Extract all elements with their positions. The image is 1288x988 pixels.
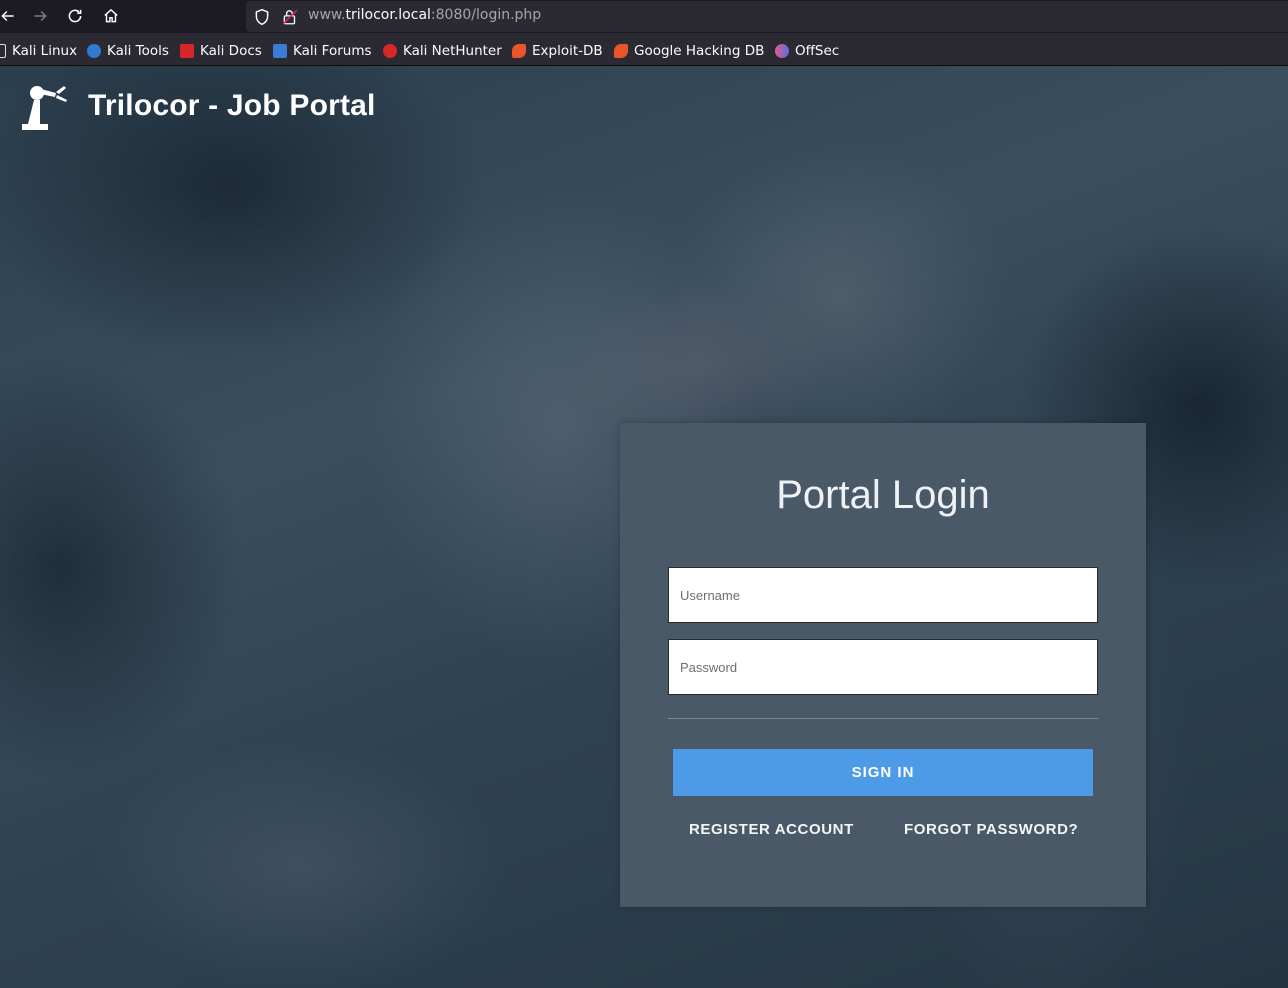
register-account-link[interactable]: REGISTER ACCOUNT xyxy=(689,821,854,838)
kali-tools-icon xyxy=(87,44,101,58)
kali-dragon-icon xyxy=(0,44,6,58)
bookmark-google-hacking-db[interactable]: Google Hacking DB xyxy=(614,42,764,60)
exploit-db-icon xyxy=(512,44,526,58)
forgot-password-link[interactable]: FORGOT PASSWORD? xyxy=(904,821,1078,838)
login-card: Portal Login SIGN IN REGISTER ACCOUNT FO… xyxy=(620,423,1146,907)
offsec-icon xyxy=(775,44,789,58)
kali-forums-icon xyxy=(273,44,287,58)
insecure-lock-icon[interactable] xyxy=(281,8,299,26)
bookmark-label: Kali Tools xyxy=(107,43,169,59)
bookmark-kali-nethunter[interactable]: Kali NetHunter xyxy=(383,42,502,60)
bookmark-kali-linux[interactable]: Kali Linux xyxy=(0,42,77,60)
url-bar[interactable]: www.trilocor.local:8080/login.php xyxy=(246,1,1288,32)
home-button[interactable] xyxy=(99,4,123,28)
bookmark-exploit-db[interactable]: Exploit-DB xyxy=(512,42,603,60)
reload-button[interactable] xyxy=(63,4,87,28)
forward-arrow-icon xyxy=(34,10,47,22)
browser-toolbar: www.trilocor.local:8080/login.php xyxy=(0,0,1288,33)
bookmark-label: Google Hacking DB xyxy=(634,43,765,59)
back-arrow-icon xyxy=(1,10,14,22)
bookmark-kali-forums[interactable]: Kali Forums xyxy=(273,42,372,60)
url-text[interactable]: www.trilocor.local:8080/login.php xyxy=(308,7,541,23)
username-input[interactable] xyxy=(668,567,1098,623)
site-title[interactable]: Trilocor - Job Portal xyxy=(88,89,376,123)
url-host: trilocor.local xyxy=(345,7,431,23)
bookmark-label: Kali NetHunter xyxy=(403,43,502,59)
bookmark-label: Kali Docs xyxy=(200,43,262,59)
bookmark-label: Kali Linux xyxy=(12,43,78,59)
back-button[interactable] xyxy=(0,4,20,28)
password-input[interactable] xyxy=(668,639,1098,695)
robot-arm-logo-icon[interactable] xyxy=(20,80,72,132)
reload-icon xyxy=(68,9,82,23)
bookmarks-bar: Kali Linux Kali Tools Kali Docs Kali For… xyxy=(0,33,1288,66)
bookmark-kali-tools[interactable]: Kali Tools xyxy=(87,42,169,60)
ghdb-icon xyxy=(614,44,628,58)
sign-in-button[interactable]: SIGN IN xyxy=(673,749,1093,796)
bookmark-label: Kali Forums xyxy=(293,43,372,59)
site-header: Trilocor - Job Portal xyxy=(20,80,376,132)
bookmark-kali-docs[interactable]: Kali Docs xyxy=(180,42,262,60)
url-path: :8080/login.php xyxy=(430,7,542,23)
divider xyxy=(668,718,1098,719)
kali-docs-icon xyxy=(180,44,194,58)
login-title: Portal Login xyxy=(776,473,990,517)
url-prefix: www. xyxy=(308,7,346,23)
bookmark-offsec[interactable]: OffSec xyxy=(775,42,839,60)
page-background: Trilocor - Job Portal Portal Login SIGN … xyxy=(0,66,1288,988)
forward-button[interactable] xyxy=(28,4,52,28)
bookmark-label: OffSec xyxy=(795,43,840,59)
kali-nethunter-icon xyxy=(383,44,397,58)
bookmark-label: Exploit-DB xyxy=(532,43,603,59)
home-icon xyxy=(104,8,118,23)
shield-icon[interactable] xyxy=(253,8,271,26)
